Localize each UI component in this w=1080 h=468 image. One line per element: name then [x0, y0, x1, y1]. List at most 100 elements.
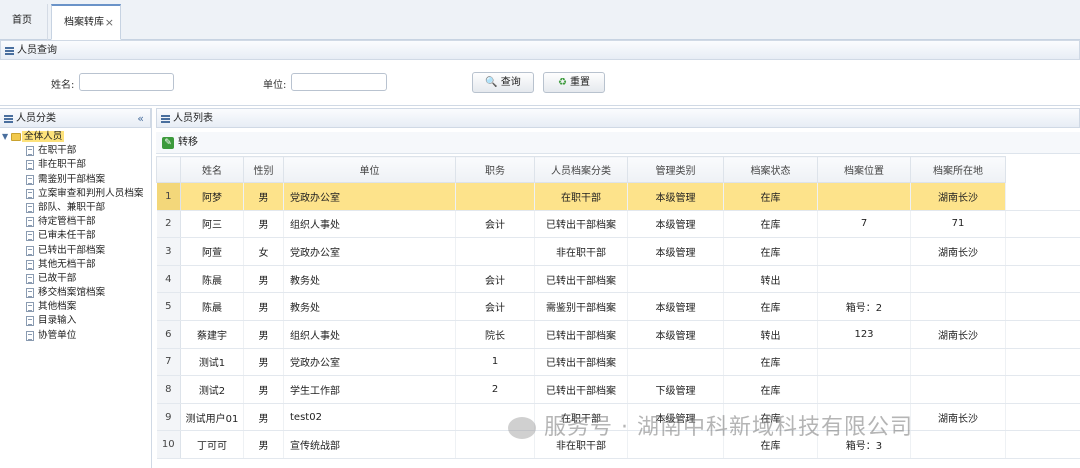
table-cell: 男: [243, 403, 284, 432]
document-icon: [26, 245, 34, 256]
row-number: 3: [156, 237, 181, 266]
tree-item[interactable]: 协管单位: [0, 329, 152, 343]
table-row[interactable]: 3 阿萱女党政办公室 非在职干部 本级管理 在库 湖南长沙: [156, 237, 1080, 266]
collapse-icon[interactable]: «: [137, 109, 144, 129]
table-row[interactable]: 5 陈晨男教务处 会计 需鉴别干部档案 本级管理 在库 箱号：2: [156, 292, 1080, 321]
table-row[interactable]: 2 阿三男组织人事处 会计 已转出干部档案 本级管理 在库 7 71: [156, 210, 1080, 239]
tree-item-label: 协管单位: [38, 329, 77, 341]
unit-label: 单位:: [263, 80, 287, 91]
row-filler: [1005, 210, 1080, 239]
reset-button[interactable]: ♻ 重置: [543, 72, 605, 93]
row-filler: [1005, 182, 1080, 211]
table-cell: 本级管理: [627, 292, 724, 321]
column-header[interactable]: 档案位置: [817, 156, 911, 183]
tree-item[interactable]: 待定管档干部: [0, 215, 152, 229]
tree-item[interactable]: 已审未任干部: [0, 229, 152, 243]
tree-item[interactable]: 其他档案: [0, 300, 152, 314]
table-cell: 已转出干部档案: [534, 320, 628, 349]
unit-input[interactable]: [291, 73, 387, 91]
row-number: 9: [156, 403, 181, 432]
table-cell: 转出: [723, 265, 818, 294]
tree-item-label: 目录输入: [38, 315, 77, 327]
table-cell: 123: [817, 320, 911, 349]
table-row[interactable]: 7 测试1 男党政办公室 1 已转出干部档案 在库: [156, 348, 1080, 377]
list-toolbar: ✎ 转移: [156, 132, 1080, 154]
tree-item[interactable]: 已转出干部档案: [0, 244, 152, 258]
column-header[interactable]: 单位: [283, 156, 456, 183]
tree-item[interactable]: 已故干部: [0, 272, 152, 286]
document-icon: [26, 288, 34, 299]
document-icon: [26, 330, 34, 341]
query-button[interactable]: 🔍 查询: [472, 72, 534, 93]
row-number: 8: [156, 375, 181, 404]
table-cell: 党政办公室: [283, 237, 456, 266]
close-icon[interactable]: ×: [105, 6, 114, 40]
tree-item-label: 移交档案馆档案: [38, 287, 106, 299]
tab-home[interactable]: 首页: [0, 4, 48, 40]
list-icon: [161, 115, 170, 123]
row-number: 10: [156, 430, 181, 459]
table-row[interactable]: 8 测试2 男学生工作部 2 已转出干部档案 下级管理 在库: [156, 375, 1080, 404]
tree-item[interactable]: 在职干部: [0, 144, 152, 158]
column-header[interactable]: 姓名: [180, 156, 244, 183]
column-header[interactable]: 性别: [243, 156, 284, 183]
table-cell: [910, 348, 1006, 377]
table-cell: 非在职干部: [534, 237, 628, 266]
table-cell: 箱号：2: [817, 292, 911, 321]
table-cell: 女: [243, 237, 284, 266]
tab-label: 档案转库: [64, 17, 104, 28]
column-header[interactable]: 职务: [455, 156, 535, 183]
table-cell: 已转出干部档案: [534, 265, 628, 294]
table-cell: [627, 348, 724, 377]
table-row[interactable]: 1 阿梦男党政办公室 在职干部 本级管理 在库 湖南长沙: [156, 182, 1080, 211]
tree-item[interactable]: 目录输入: [0, 314, 152, 328]
column-header[interactable]: 档案所在地: [910, 156, 1006, 183]
table-cell: 已转出干部档案: [534, 348, 628, 377]
column-header[interactable]: 人员档案分类: [534, 156, 628, 183]
tree-item-label: 其他无档干部: [38, 258, 96, 270]
column-header[interactable]: 档案状态: [723, 156, 818, 183]
table-cell: 阿梦: [180, 182, 244, 211]
expand-icon[interactable]: ▼: [2, 130, 8, 144]
tree-item-label: 立案审查和判刑人员档案: [38, 187, 144, 199]
table-cell: 陈晨: [180, 292, 244, 321]
tree-item[interactable]: 其他无档干部: [0, 258, 152, 272]
name-input[interactable]: [79, 73, 174, 91]
table-cell: 在库: [723, 182, 818, 211]
table-row[interactable]: 6 蔡建宇男组织人事处 院长 已转出干部档案 本级管理 转出 123 湖南长沙: [156, 320, 1080, 349]
tree-item[interactable]: 立案审查和判刑人员档案: [0, 187, 152, 201]
watermark-text: 服务号 · 湖南中科新域科技有限公司: [544, 415, 913, 440]
table-cell: 阿萱: [180, 237, 244, 266]
tree-item[interactable]: 非在职干部: [0, 158, 152, 172]
document-icon: [26, 160, 34, 171]
table-cell: 宣传统战部: [283, 430, 456, 459]
table-cell: 男: [243, 292, 284, 321]
tab-archive-transfer[interactable]: 档案转库 ×: [51, 4, 121, 40]
table-cell: 学生工作部: [283, 375, 456, 404]
tree-item-label: 部队、兼职干部: [38, 201, 106, 213]
table-cell: 本级管理: [627, 182, 724, 211]
edit-icon: ✎: [162, 137, 174, 149]
category-panel: 人员分类 « ▼ 全体人员 在职干部 非在职干部 需鉴别干部档案 立案审查和判刑…: [0, 108, 152, 468]
table-cell: 男: [243, 375, 284, 404]
list-icon: [4, 115, 13, 123]
column-header[interactable]: 管理类别: [627, 156, 724, 183]
table-cell: 7: [817, 210, 911, 239]
table-row[interactable]: 4 陈晨男教务处 会计 已转出干部档案 转出: [156, 265, 1080, 294]
table-cell: 测试用户01: [180, 403, 244, 432]
move-button[interactable]: ✎ 转移: [162, 136, 198, 150]
wechat-icon: [508, 417, 536, 439]
table-cell: [910, 375, 1006, 404]
table-cell: 在职干部: [534, 182, 628, 211]
list-icon: [5, 47, 14, 55]
tree-root[interactable]: ▼ 全体人员: [0, 130, 152, 144]
tree-item[interactable]: 移交档案馆档案: [0, 286, 152, 300]
table-cell: 党政办公室: [283, 348, 456, 377]
table-cell: 在库: [723, 237, 818, 266]
tree-item[interactable]: 需鉴别干部档案: [0, 173, 152, 187]
table-cell: [817, 182, 911, 211]
reset-icon: ♻: [558, 77, 567, 88]
tree-item[interactable]: 部队、兼职干部: [0, 201, 152, 215]
table-header: 姓名 性别 单位 职务 人员档案分类 管理类别 档案状态 档案位置 档案所在地: [156, 156, 1080, 183]
document-icon: [26, 259, 34, 270]
